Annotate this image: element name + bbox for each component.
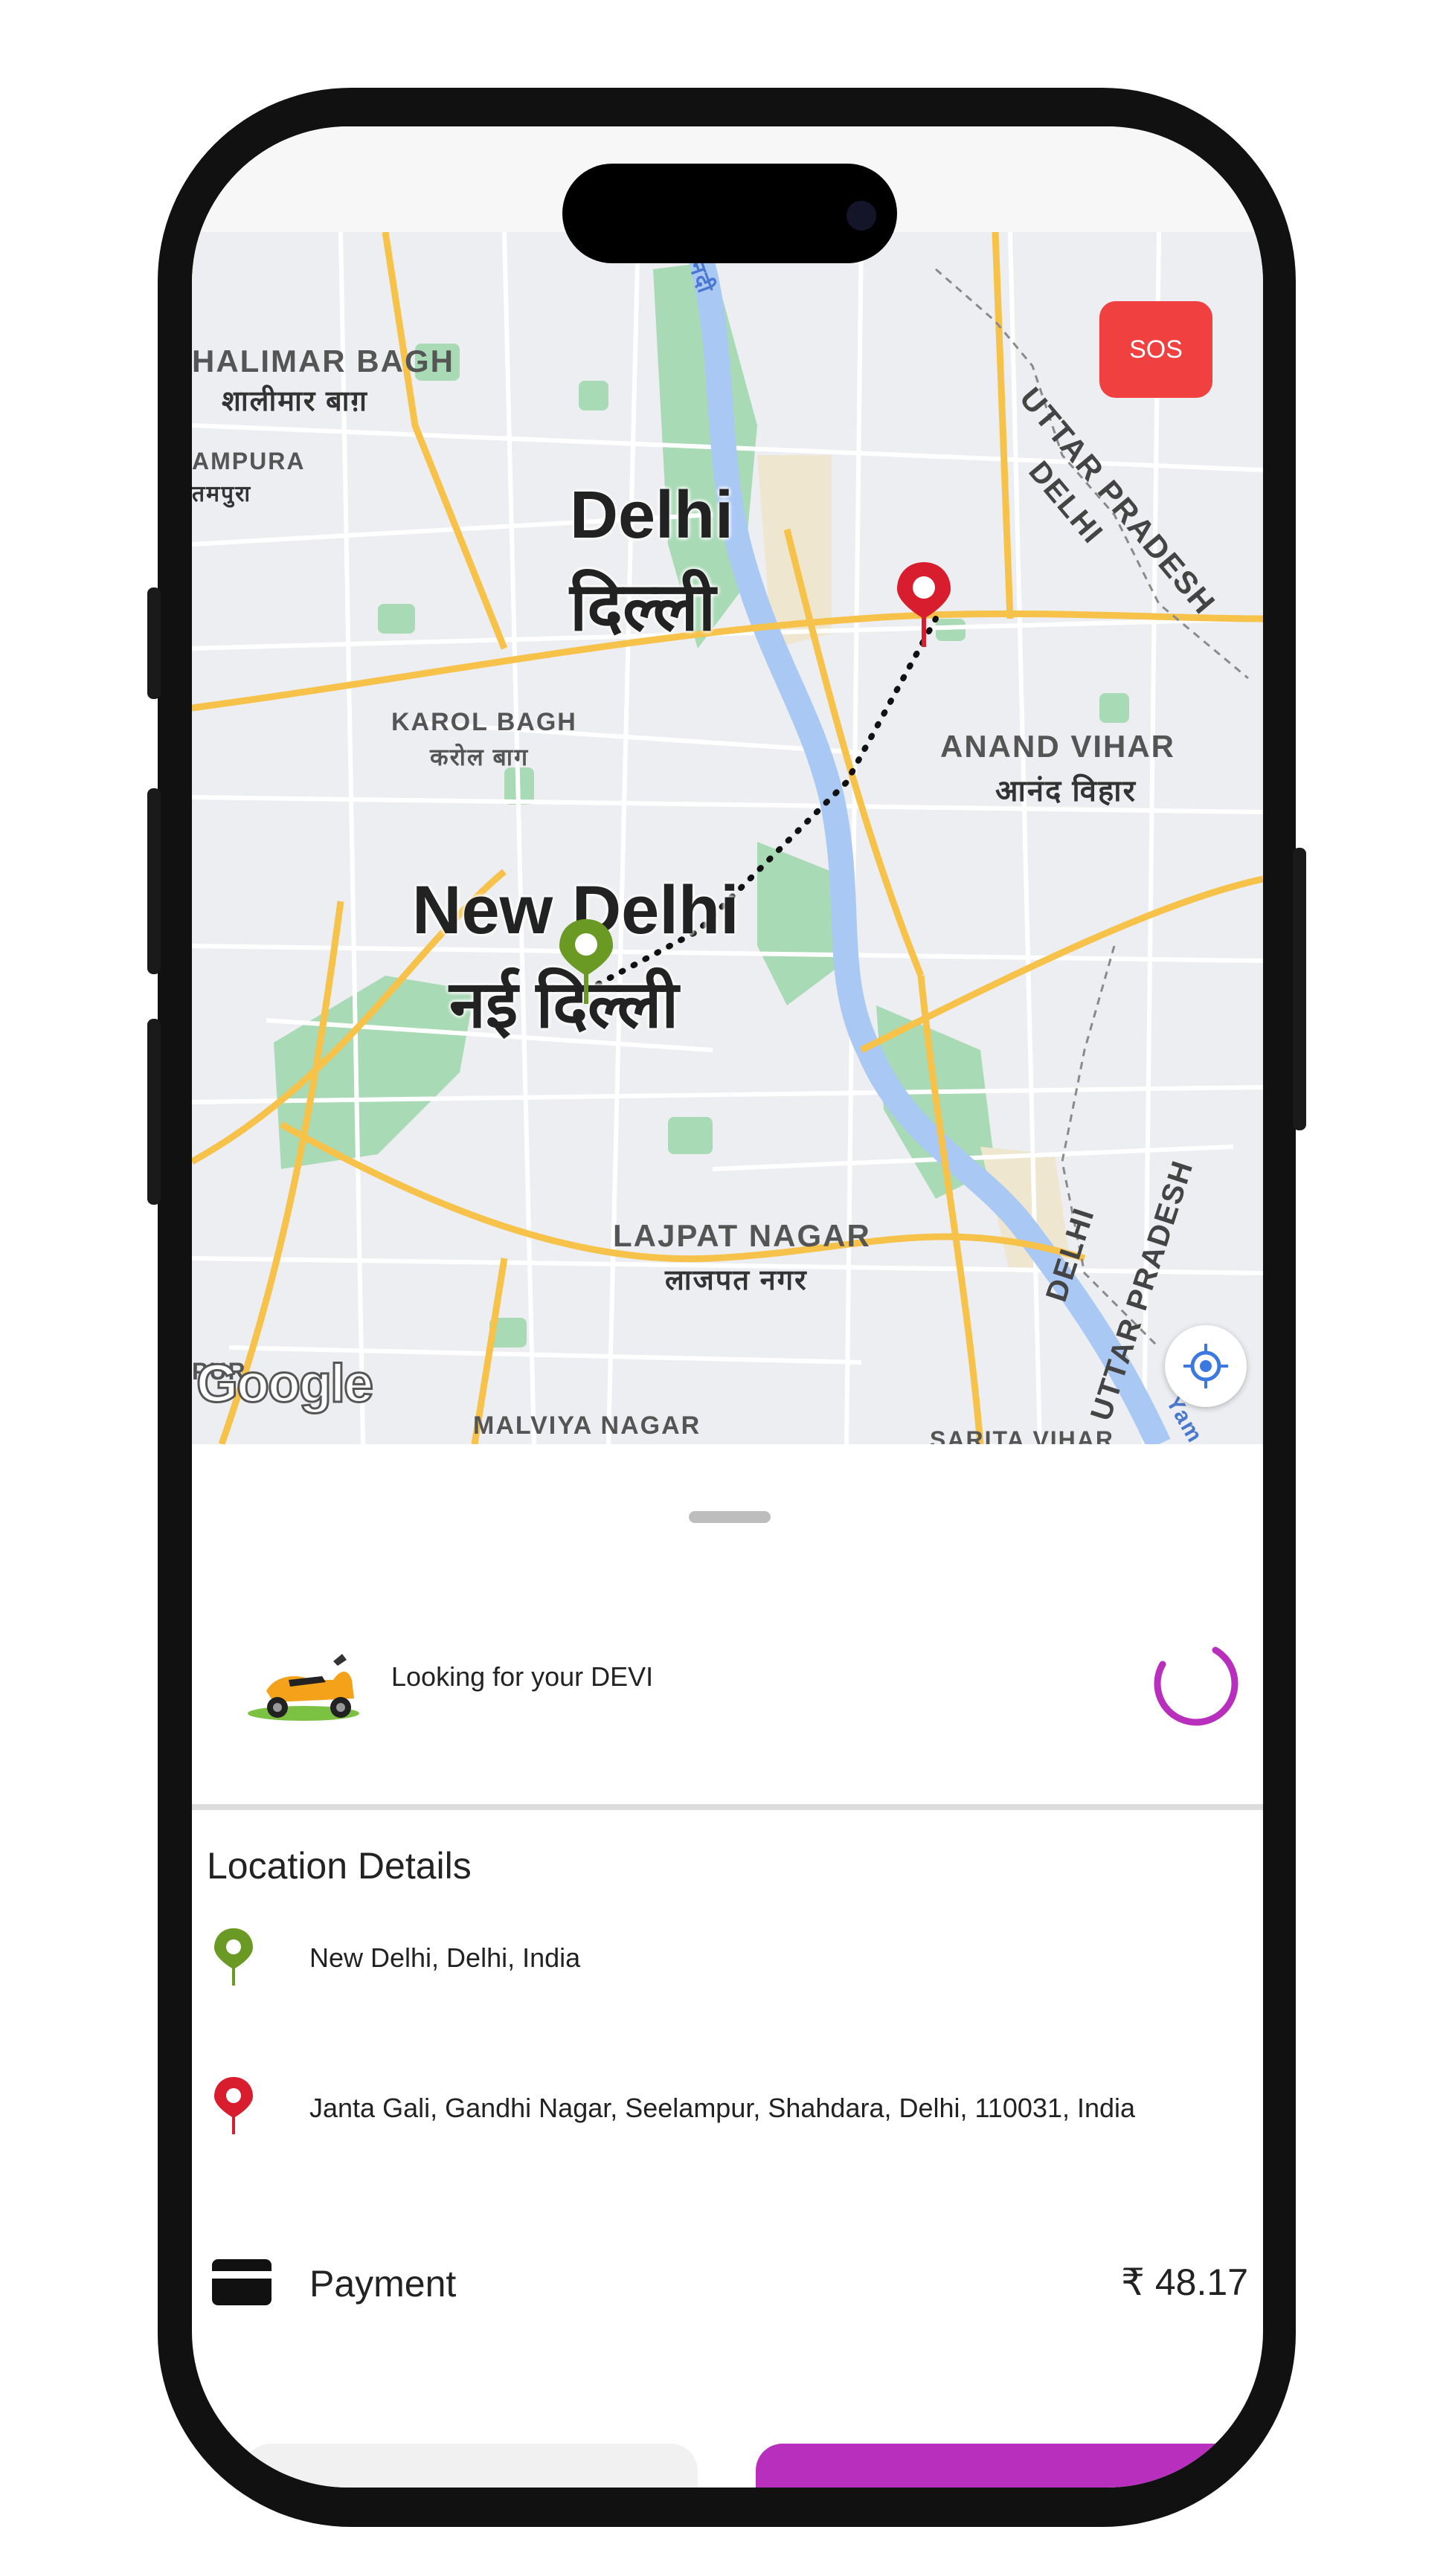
cancel-ride-button[interactable]	[244, 2444, 698, 2488]
pickup-pin-icon	[214, 1928, 253, 1986]
drop-address: Janta Gali, Gandhi Nagar, Seelampur, Sha…	[309, 2093, 1136, 2123]
phone-volume-down-button	[147, 1019, 161, 1205]
drop-pin-icon	[214, 2077, 253, 2134]
map-label-anand-vihar: ANAND VIHAR	[940, 729, 1175, 764]
primary-action-button[interactable]	[756, 2444, 1262, 2488]
loading-spinner-icon	[1154, 1646, 1238, 1726]
section-divider	[192, 1804, 1263, 1810]
map-label-malviya-nagar: MALVIYA NAGAR	[473, 1411, 701, 1440]
map-view[interactable]: HALIMAR BAGH शालीमार बाग़ AMPURA तमपुरा …	[192, 232, 1263, 1444]
map-label-ampura-hindi: तमपुरा	[192, 482, 252, 506]
credit-card-icon	[212, 2259, 272, 2305]
sos-button[interactable]: SOS	[1099, 301, 1212, 398]
pickup-map-pin-icon	[559, 919, 613, 1004]
location-details-title: Location Details	[207, 1845, 472, 1887]
google-logo: Google	[196, 1353, 375, 1415]
map-label-anand-vihar-hindi: आनंद विहार	[995, 775, 1137, 808]
map-label-shalimar-bagh-hindi: शालीमार बाग़	[222, 386, 368, 417]
phone-power-button	[1293, 848, 1306, 1130]
map-label-lajpat-nagar: LAJPAT NAGAR	[613, 1218, 871, 1253]
map-label-karol-bagh: KAROL BAGH	[391, 708, 577, 736]
map-label-delhi: Delhi	[570, 478, 734, 553]
crosshair-icon	[1183, 1344, 1228, 1388]
bottom-sheet-handle[interactable]	[689, 1511, 771, 1523]
scooter-icon	[248, 1654, 359, 1721]
map-label-ampura: AMPURA	[192, 448, 306, 474]
drop-map-pin-icon	[897, 562, 951, 647]
map-label-lajpat-nagar-hindi: लाजपत नगर	[665, 1265, 808, 1296]
payment-label: Payment	[309, 2263, 457, 2305]
map-label-shalimar-bagh: HALIMAR BAGH	[192, 344, 454, 379]
searching-driver-text: Looking for your DEVI	[391, 1661, 654, 1692]
my-location-button[interactable]	[1165, 1325, 1247, 1407]
phone-screen: HALIMAR BAGH शालीमार बाग़ AMPURA तमपुरा …	[192, 126, 1263, 2488]
front-camera	[846, 201, 876, 231]
map-label-delhi-hindi: दिल्ली	[570, 570, 716, 645]
map-label-karol-bagh-hindi: करोल बाग	[430, 744, 530, 770]
phone-action-button	[147, 587, 161, 699]
phone-volume-up-button	[147, 788, 161, 974]
payment-amount: ₹ 48.17	[1121, 2261, 1248, 2303]
pickup-address: New Delhi, Delhi, India	[309, 1942, 581, 1973]
map-label-sarita-vihar: SARITA VIHAR	[930, 1426, 1114, 1444]
